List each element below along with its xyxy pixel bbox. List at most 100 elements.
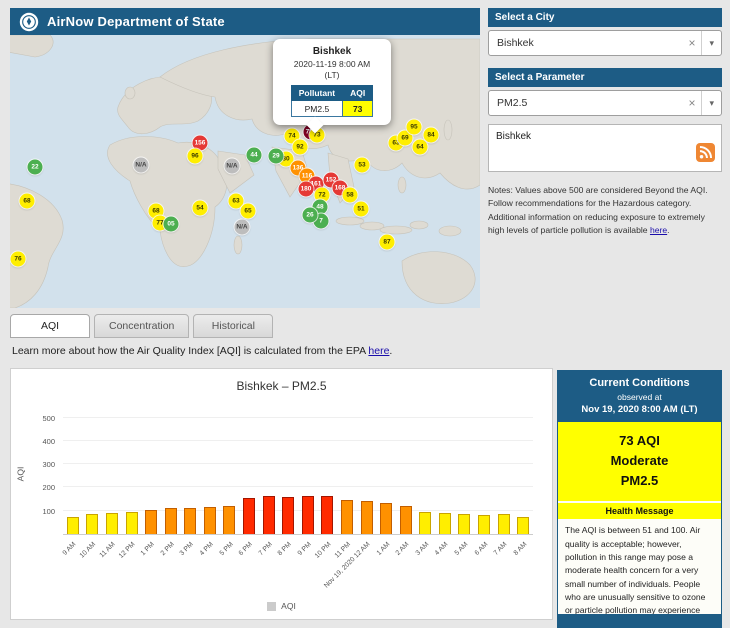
chart-bar[interactable] — [184, 508, 196, 534]
y-axis-tick-label: 300 — [42, 460, 55, 469]
aqi-marker[interactable]: 05 — [164, 217, 179, 232]
aqi-marker[interactable]: 51 — [354, 202, 369, 217]
x-axis-label: 6 PM — [238, 541, 254, 557]
aqi-chart-panel: Bishkek – PM2.5 AQI 100200300400500 9 AM… — [10, 368, 553, 620]
aqi-marker[interactable]: 180 — [299, 182, 314, 197]
aqi-marker[interactable]: N/A — [235, 220, 250, 235]
learn-more-text: Learn more about how the Air Quality Ind… — [12, 345, 392, 357]
popup-city: Bishkek — [279, 46, 385, 57]
chart-bar[interactable] — [458, 514, 470, 534]
x-axis-label: 5 PM — [218, 541, 234, 557]
chart-bar[interactable] — [204, 507, 216, 534]
aqi-marker[interactable]: 84 — [424, 128, 439, 143]
current-conditions-panel: Current Conditions observed at Nov 19, 2… — [557, 370, 722, 628]
x-axis-label: 4 AM — [434, 541, 450, 557]
chart-bar[interactable] — [67, 517, 79, 534]
aqi-marker[interactable]: 65 — [241, 204, 256, 219]
city-dropdown-caret-icon[interactable]: ▾ — [701, 31, 721, 55]
aqi-marker[interactable]: N/A — [225, 159, 240, 174]
health-message-title: Health Message — [558, 503, 721, 519]
gridline — [63, 463, 533, 464]
conditions-observed-at: observed at — [562, 392, 717, 402]
city-select[interactable]: Bishkek × ▾ — [488, 30, 722, 56]
aqi-marker[interactable]: 64 — [413, 140, 428, 155]
conditions-aqi-box: 73 AQI Moderate PM2.5 — [558, 422, 721, 501]
legend-label: AQI — [281, 601, 296, 611]
aqi-marker[interactable]: 68 — [20, 194, 35, 209]
x-axis-label: 3 PM — [179, 541, 195, 557]
aqi-marker[interactable]: 22 — [28, 160, 43, 175]
rss-city-label: Bishkek — [496, 131, 531, 142]
marker-layer: 226876N/AN/AN/A6877055463654415696749275… — [10, 35, 480, 308]
x-axis-label: 7 AM — [493, 541, 509, 557]
notes-here-link[interactable]: here — [650, 225, 667, 235]
legend-swatch-icon — [267, 602, 276, 611]
chart-bar[interactable] — [223, 506, 235, 534]
x-axis-label: 1 PM — [140, 541, 156, 557]
tab-aqi[interactable]: AQI — [10, 314, 90, 338]
chart-bar[interactable] — [282, 497, 294, 534]
tab-historical[interactable]: Historical — [193, 314, 273, 338]
conditions-pollutant: PM2.5 — [562, 471, 717, 491]
chart-bar[interactable] — [361, 501, 373, 534]
x-axis-label: 10 PM — [313, 541, 332, 560]
chart-bar[interactable] — [400, 506, 412, 534]
x-axis-label: 6 AM — [473, 541, 489, 557]
aqi-marker[interactable]: 95 — [407, 120, 422, 135]
chart-bar[interactable] — [341, 500, 353, 534]
chart-bar[interactable] — [517, 517, 529, 534]
x-axis-label: 9 PM — [297, 541, 313, 557]
chart-bar[interactable] — [243, 498, 255, 534]
popup-col-pollutant: Pollutant — [291, 86, 342, 101]
chart-bar[interactable] — [145, 510, 157, 534]
x-axis-label: 11 AM — [99, 541, 117, 559]
chart-xlabels: 9 AM10 AM11 AM12 PM1 PM2 PM3 PM4 PM5 PM6… — [63, 537, 533, 595]
y-axis-title: AQI — [15, 467, 25, 482]
chart-bar[interactable] — [439, 513, 451, 534]
popup-timezone: (LT) — [325, 70, 340, 80]
tab-concentration[interactable]: Concentration — [94, 314, 189, 338]
chart-bar[interactable] — [419, 512, 431, 534]
x-axis-label: 5 AM — [454, 541, 470, 557]
gridline — [63, 440, 533, 441]
learn-more-suffix: . — [389, 345, 392, 357]
aqi-marker[interactable]: 53 — [355, 158, 370, 173]
chart-title: Bishkek – PM2.5 — [11, 379, 552, 393]
aqi-marker[interactable]: 44 — [247, 148, 262, 163]
chart-bar[interactable] — [321, 496, 333, 534]
chart-bar[interactable] — [478, 515, 490, 534]
view-tabs: AQI Concentration Historical — [10, 314, 273, 338]
clear-parameter-icon[interactable]: × — [682, 96, 701, 110]
world-aqi-map[interactable]: 226876N/AN/AN/A6877055463654415696749275… — [10, 35, 480, 308]
aqi-marker[interactable]: 29 — [269, 149, 284, 164]
y-axis-tick-label: 200 — [42, 483, 55, 492]
aqi-marker[interactable]: 26 — [303, 208, 318, 223]
chart-bar[interactable] — [106, 513, 118, 534]
chart-bar[interactable] — [498, 514, 510, 534]
clear-city-icon[interactable]: × — [682, 36, 701, 50]
chart-bar[interactable] — [86, 514, 98, 534]
aqi-marker[interactable]: 92 — [293, 140, 308, 155]
gridline — [63, 486, 533, 487]
aqi-marker[interactable]: 96 — [188, 149, 203, 164]
epa-link[interactable]: here — [368, 345, 389, 357]
x-axis-label: 2 AM — [395, 541, 411, 557]
notes-suffix: . — [667, 225, 669, 235]
conditions-title: Current Conditions — [562, 377, 717, 389]
parameter-select[interactable]: PM2.5 × ▾ — [488, 90, 722, 116]
map-popup: Bishkek 2020-11-19 8:00 AM (LT) Pollutan… — [273, 39, 391, 125]
aqi-marker[interactable]: 58 — [343, 188, 358, 203]
chart-bar[interactable] — [126, 512, 138, 534]
rss-icon[interactable] — [696, 143, 715, 165]
aqi-marker[interactable]: 76 — [11, 252, 26, 267]
chart-bar[interactable] — [380, 503, 392, 534]
aqi-marker[interactable]: 54 — [193, 201, 208, 216]
aqi-marker[interactable]: N/A — [134, 158, 149, 173]
parameter-dropdown-caret-icon[interactable]: ▾ — [701, 91, 721, 115]
chart-bar[interactable] — [165, 508, 177, 534]
chart-legend[interactable]: AQI — [11, 601, 552, 611]
aqi-marker[interactable]: 87 — [380, 235, 395, 250]
chart-bar[interactable] — [302, 496, 314, 534]
chart-bar[interactable] — [263, 496, 275, 534]
x-axis-label: 1 AM — [375, 541, 391, 557]
